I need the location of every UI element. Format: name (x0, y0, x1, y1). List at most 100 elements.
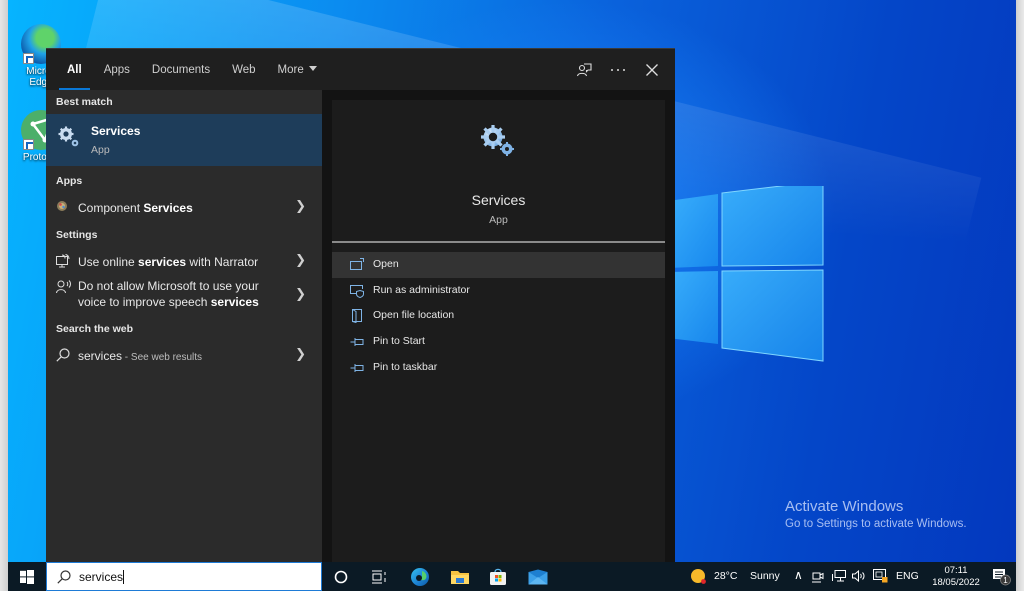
window-frame-right (1016, 0, 1024, 591)
taskbar-mail[interactable] (527, 566, 549, 588)
result-label: Do not allow Microsoft to use your voice… (78, 279, 259, 309)
action-center-button[interactable]: 1 (992, 568, 1012, 586)
action-label: Open (373, 258, 399, 270)
result-label: services - See web results (78, 349, 203, 363)
pin-icon (350, 338, 364, 347)
speech-settings-icon (56, 280, 71, 294)
action-open[interactable]: Open (332, 252, 665, 278)
chevron-right-icon: ❯ (295, 252, 306, 267)
result-speech-services[interactable]: Do not allow Microsoft to use your voice… (46, 277, 322, 317)
tab-web[interactable]: Web (221, 49, 266, 91)
tab-more[interactable]: More (267, 49, 328, 91)
action-run-as-administrator[interactable]: Run as administrator (332, 278, 665, 304)
section-heading-web: Search the web (56, 323, 134, 335)
result-online-services-narrator[interactable]: Use online services with Narrator ❯ (46, 247, 322, 277)
weather-temperature[interactable]: 28°C (714, 570, 737, 582)
action-open-file-location[interactable]: Open file location (332, 303, 665, 329)
action-label: Open file location (373, 309, 455, 322)
more-options-icon[interactable] (609, 61, 627, 79)
security-notification-icon[interactable] (873, 569, 888, 583)
preview-divider (332, 241, 665, 243)
preview-subtitle: App (489, 214, 508, 226)
feedback-icon[interactable] (575, 61, 593, 79)
taskbar-file-explorer[interactable] (449, 566, 471, 588)
notification-count: 1 (1003, 576, 1008, 585)
action-pin-to-taskbar[interactable]: Pin to taskbar (332, 355, 665, 381)
activate-windows-watermark: Activate Windows Go to Settings to activ… (785, 498, 967, 530)
header-actions (575, 49, 661, 91)
section-heading-apps: Apps (56, 175, 83, 187)
best-match-services[interactable]: Services App (46, 114, 322, 166)
action-label: Pin to taskbar (373, 360, 438, 373)
volume-icon[interactable] (852, 570, 866, 582)
window-frame-left (0, 0, 8, 591)
result-web-search[interactable]: services - See web results ❯ (46, 341, 322, 371)
cortana-icon (334, 570, 348, 584)
result-label: Component Services (78, 201, 193, 215)
mail-icon (528, 569, 548, 585)
preview-actions: Open Run as administrator Open file loca… (332, 252, 665, 380)
shortcut-arrow-icon (23, 53, 34, 64)
pin-icon (350, 363, 364, 372)
action-pin-to-start[interactable]: Pin to Start (332, 329, 665, 355)
chevron-right-icon: ❯ (295, 346, 306, 361)
sunny-weather-icon (691, 569, 706, 584)
edge-icon (411, 568, 429, 586)
best-match-subtitle: App (91, 144, 110, 156)
result-component-services[interactable]: Component Services ❯ (46, 193, 322, 223)
search-icon (57, 570, 71, 584)
file-location-icon (352, 309, 362, 324)
microsoft-store-icon (490, 568, 506, 585)
narrator-settings-icon (56, 254, 70, 268)
taskbar: services 28°C Sunny ∧ ENG 07:11 18/05/20… (8, 562, 1016, 591)
task-view-button[interactable] (368, 566, 390, 588)
run-as-admin-icon (350, 284, 364, 298)
text-cursor (123, 570, 125, 584)
tab-apps[interactable]: Apps (93, 49, 141, 91)
network-icon[interactable] (832, 570, 846, 582)
search-panel: All Apps Documents Web More Best match S… (46, 48, 675, 562)
result-label: Use online services with Narrator (78, 255, 259, 269)
windows-start-icon (20, 569, 34, 584)
action-label: Pin to Start (373, 335, 425, 348)
search-tabs: All Apps Documents Web More (56, 49, 328, 91)
tab-documents[interactable]: Documents (141, 49, 221, 91)
task-view-icon (372, 570, 386, 584)
cortana-button[interactable] (330, 566, 352, 588)
show-hidden-icons-chevron[interactable]: ∧ (794, 568, 803, 582)
services-gear-icon (58, 126, 79, 147)
preview-title: Services (471, 192, 526, 208)
results-list: Best match Services App Apps Component S… (46, 90, 322, 562)
meet-now-icon[interactable] (812, 570, 824, 583)
caret-down-icon (308, 66, 317, 71)
section-heading-best-match: Best match (56, 96, 113, 108)
section-heading-settings: Settings (56, 229, 98, 241)
search-panel-header: All Apps Documents Web More (46, 48, 675, 91)
preview-card: Services App Open Run as administrator O… (332, 100, 665, 562)
chevron-right-icon: ❯ (295, 198, 306, 213)
clock-time: 07:11 (944, 565, 968, 576)
start-button[interactable] (8, 562, 46, 591)
taskbar-edge[interactable] (409, 566, 431, 588)
taskbar-search-input[interactable]: services (46, 562, 322, 591)
best-match-title: Services (91, 124, 141, 138)
chevron-right-icon: ❯ (295, 286, 306, 301)
shortcut-arrow-icon (23, 139, 34, 150)
close-icon[interactable] (643, 61, 661, 79)
action-label: Run as administrator (373, 283, 470, 296)
open-icon (350, 258, 364, 270)
notifications-icon: 1 (993, 569, 1011, 586)
activate-subtitle: Go to Settings to activate Windows. (785, 518, 967, 530)
taskbar-microsoft-store[interactable] (487, 566, 509, 588)
system-tray: 28°C Sunny ∧ ENG 07:11 18/05/2022 1 (686, 562, 1016, 591)
tab-all[interactable]: All (56, 49, 93, 91)
weather-widget[interactable] (690, 568, 708, 589)
component-services-icon (57, 201, 67, 211)
clock[interactable]: 07:11 18/05/2022 (928, 565, 984, 589)
activate-title: Activate Windows (785, 498, 904, 515)
search-icon (56, 348, 70, 362)
clock-date: 18/05/2022 (932, 577, 980, 588)
file-explorer-icon (451, 571, 469, 584)
weather-condition[interactable]: Sunny (750, 570, 780, 582)
input-language[interactable]: ENG (896, 570, 919, 582)
